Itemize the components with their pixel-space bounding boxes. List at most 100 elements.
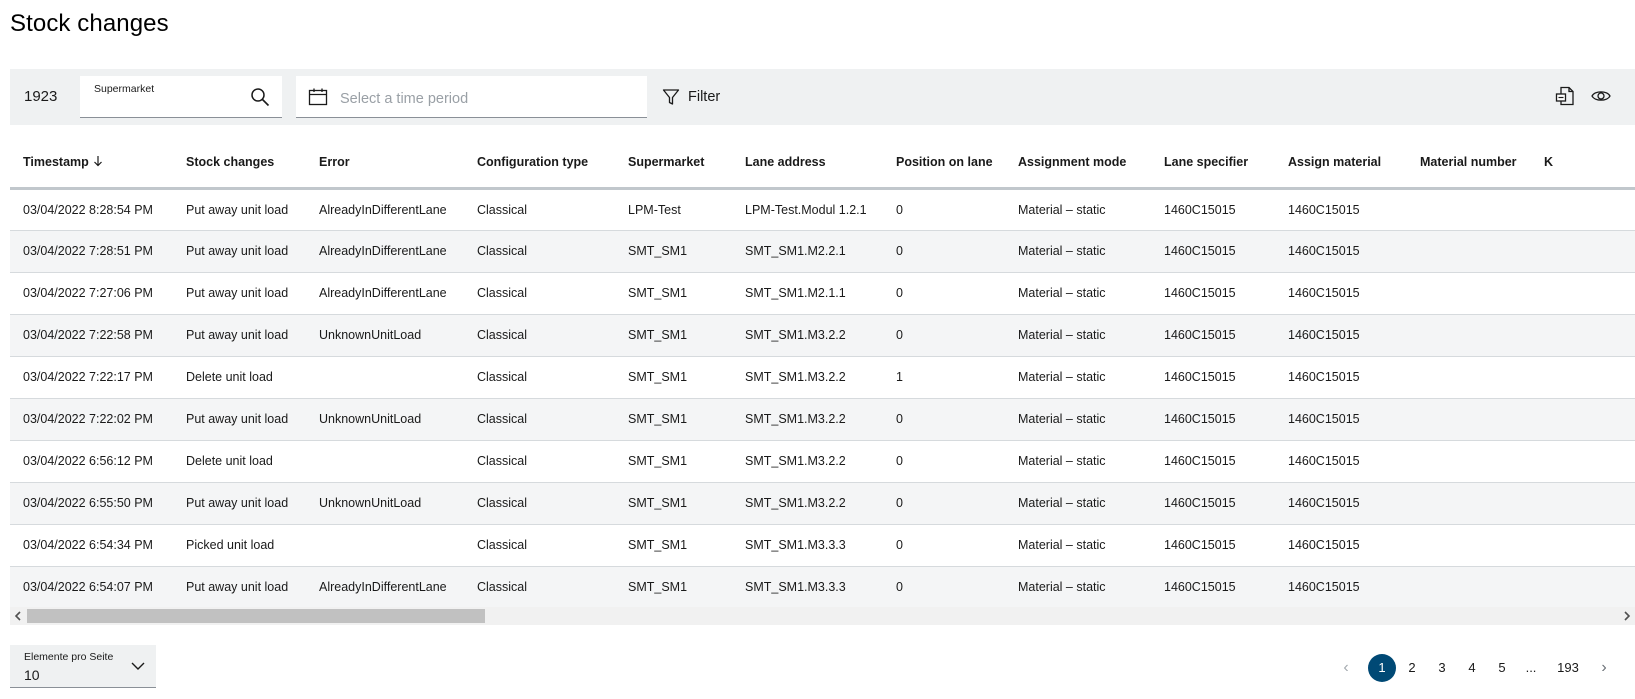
column-header-error[interactable]: Error xyxy=(306,138,464,190)
cell-stock-change: Put away unit load xyxy=(173,398,306,441)
column-header-material-number[interactable]: Material number xyxy=(1407,138,1531,190)
cell-error: UnknownUnitLoad xyxy=(306,314,464,357)
table-row[interactable]: 03/04/2022 7:28:51 PM Put away unit load A… xyxy=(10,230,1635,273)
cell-error: AlreadyInDifferentLane xyxy=(306,566,464,609)
cell-extra xyxy=(1531,398,1635,441)
cell-lane-specifier: 1460C15015 xyxy=(1151,230,1275,273)
result-count: 1923 xyxy=(24,88,58,105)
cell-configuration-type: Classical xyxy=(464,314,615,357)
table-row[interactable]: 03/04/2022 6:54:34 PM Picked unit load Cla… xyxy=(10,524,1635,567)
cell-timestamp: 03/04/2022 7:22:58 PM xyxy=(10,314,173,357)
cell-timestamp: 03/04/2022 6:55:50 PM xyxy=(10,482,173,525)
cell-error xyxy=(306,524,464,567)
cell-stock-change: Put away unit load xyxy=(173,314,306,357)
cell-timestamp: 03/04/2022 7:28:51 PM xyxy=(10,230,173,273)
column-header-lane-specifier[interactable]: Lane specifier xyxy=(1151,138,1275,190)
pagination-page-5[interactable]: 5 xyxy=(1495,653,1509,683)
items-per-page-select[interactable]: Elemente pro Seite 10 xyxy=(10,645,156,688)
cell-position-on-lane: 0 xyxy=(883,188,1005,231)
cell-supermarket: SMT_SM1 xyxy=(615,272,732,315)
page-title: Stock changes xyxy=(10,10,169,37)
cell-lane-address: SMT_SM1.M3.2.2 xyxy=(732,314,883,357)
cell-assignment-mode: Material – static xyxy=(1005,440,1151,483)
cell-lane-address: LPM-Test.Modul 1.2.1 xyxy=(732,188,883,231)
cell-extra xyxy=(1531,482,1635,525)
column-header-timestamp[interactable]: Timestamp xyxy=(10,138,173,190)
cell-lane-address: SMT_SM1.M3.2.2 xyxy=(732,440,883,483)
pagination-page-2[interactable]: 2 xyxy=(1405,653,1419,683)
pagination-next[interactable]: › xyxy=(1597,653,1611,683)
table-row[interactable]: 03/04/2022 7:22:58 PM Put away unit load U… xyxy=(10,314,1635,357)
cell-timestamp: 03/04/2022 6:56:12 PM xyxy=(10,440,173,483)
cell-stock-change: Put away unit load xyxy=(173,230,306,273)
sort-descending-icon xyxy=(93,156,102,167)
column-header-position-on-lane[interactable]: Position on lane xyxy=(883,138,1005,190)
cell-position-on-lane: 1 xyxy=(883,356,1005,399)
filter-label: Filter xyxy=(688,89,721,105)
cell-extra xyxy=(1531,230,1635,273)
supermarket-search[interactable]: Supermarket xyxy=(80,76,282,118)
cell-assign-material: 1460C15015 xyxy=(1275,314,1407,357)
pagination: ‹ 1 2 3 4 5 ... 193 › xyxy=(1325,653,1635,683)
scroll-left-icon[interactable] xyxy=(10,607,26,625)
cell-timestamp: 03/04/2022 6:54:34 PM xyxy=(10,524,173,567)
cell-timestamp: 03/04/2022 8:28:54 PM xyxy=(10,188,173,231)
table-row[interactable]: 03/04/2022 6:56:12 PM Delete unit load Cla… xyxy=(10,440,1635,483)
cell-material-number xyxy=(1407,566,1531,609)
calendar-icon[interactable] xyxy=(308,87,328,107)
export-icon[interactable] xyxy=(1554,85,1576,107)
filter-button[interactable]: Filter xyxy=(662,83,720,111)
cell-assign-material: 1460C15015 xyxy=(1275,230,1407,273)
pagination-page-4[interactable]: 4 xyxy=(1465,653,1479,683)
column-header-lane-address[interactable]: Lane address xyxy=(732,138,883,190)
table-row[interactable]: 03/04/2022 6:55:50 PM Put away unit load U… xyxy=(10,482,1635,525)
column-header-assignment-mode[interactable]: Assignment mode xyxy=(1005,138,1151,190)
cell-lane-address: SMT_SM1.M2.1.1 xyxy=(732,272,883,315)
table-row[interactable]: 03/04/2022 7:27:06 PM Put away unit load A… xyxy=(10,272,1635,315)
cell-error xyxy=(306,440,464,483)
horizontal-scrollbar[interactable] xyxy=(10,607,1635,625)
pagination-page-last[interactable]: 193 xyxy=(1555,653,1581,683)
cell-lane-specifier: 1460C15015 xyxy=(1151,314,1275,357)
column-header-stock-changes[interactable]: Stock changes xyxy=(173,138,306,190)
time-period-picker[interactable] xyxy=(296,76,647,118)
time-period-input[interactable] xyxy=(338,88,632,110)
cell-stock-change: Delete unit load xyxy=(173,356,306,399)
cell-supermarket: SMT_SM1 xyxy=(615,398,732,441)
scrollbar-thumb[interactable] xyxy=(27,609,485,623)
scroll-right-icon[interactable] xyxy=(1619,607,1635,625)
cell-lane-address: SMT_SM1.M2.2.1 xyxy=(732,230,883,273)
pagination-page-3[interactable]: 3 xyxy=(1435,653,1449,683)
search-icon[interactable] xyxy=(250,87,270,107)
table-body: 03/04/2022 8:28:54 PM Put away unit load A… xyxy=(10,188,1635,609)
cell-configuration-type: Classical xyxy=(464,566,615,609)
cell-supermarket: LPM-Test xyxy=(615,188,732,231)
table-row[interactable]: 03/04/2022 7:22:02 PM Put away unit load U… xyxy=(10,398,1635,441)
cell-lane-specifier: 1460C15015 xyxy=(1151,188,1275,231)
column-header-configuration-type[interactable]: Configuration type xyxy=(464,138,615,190)
cell-assign-material: 1460C15015 xyxy=(1275,188,1407,231)
column-header-supermarket[interactable]: Supermarket xyxy=(615,138,732,190)
cell-material-number xyxy=(1407,524,1531,567)
cell-position-on-lane: 0 xyxy=(883,398,1005,441)
cell-lane-specifier: 1460C15015 xyxy=(1151,482,1275,525)
cell-material-number xyxy=(1407,230,1531,273)
search-input[interactable] xyxy=(92,96,246,114)
cell-material-number xyxy=(1407,398,1531,441)
cell-supermarket: SMT_SM1 xyxy=(615,524,732,567)
pagination-page-1[interactable]: 1 xyxy=(1368,654,1396,682)
cell-extra xyxy=(1531,314,1635,357)
cell-supermarket: SMT_SM1 xyxy=(615,566,732,609)
pagination-prev[interactable]: ‹ xyxy=(1339,653,1353,683)
cell-configuration-type: Classical xyxy=(464,398,615,441)
column-header-truncated[interactable]: K xyxy=(1531,138,1635,190)
cell-extra xyxy=(1531,356,1635,399)
table-row[interactable]: 03/04/2022 6:54:07 PM Put away unit load A… xyxy=(10,566,1635,609)
column-header-assign-material[interactable]: Assign material xyxy=(1275,138,1407,190)
table-row[interactable]: 03/04/2022 8:28:54 PM Put away unit load A… xyxy=(10,188,1635,231)
cell-assign-material: 1460C15015 xyxy=(1275,482,1407,525)
cell-configuration-type: Classical xyxy=(464,272,615,315)
eye-icon[interactable] xyxy=(1590,85,1612,107)
table-row[interactable]: 03/04/2022 7:22:17 PM Delete unit load Cla… xyxy=(10,356,1635,399)
cell-material-number xyxy=(1407,188,1531,231)
